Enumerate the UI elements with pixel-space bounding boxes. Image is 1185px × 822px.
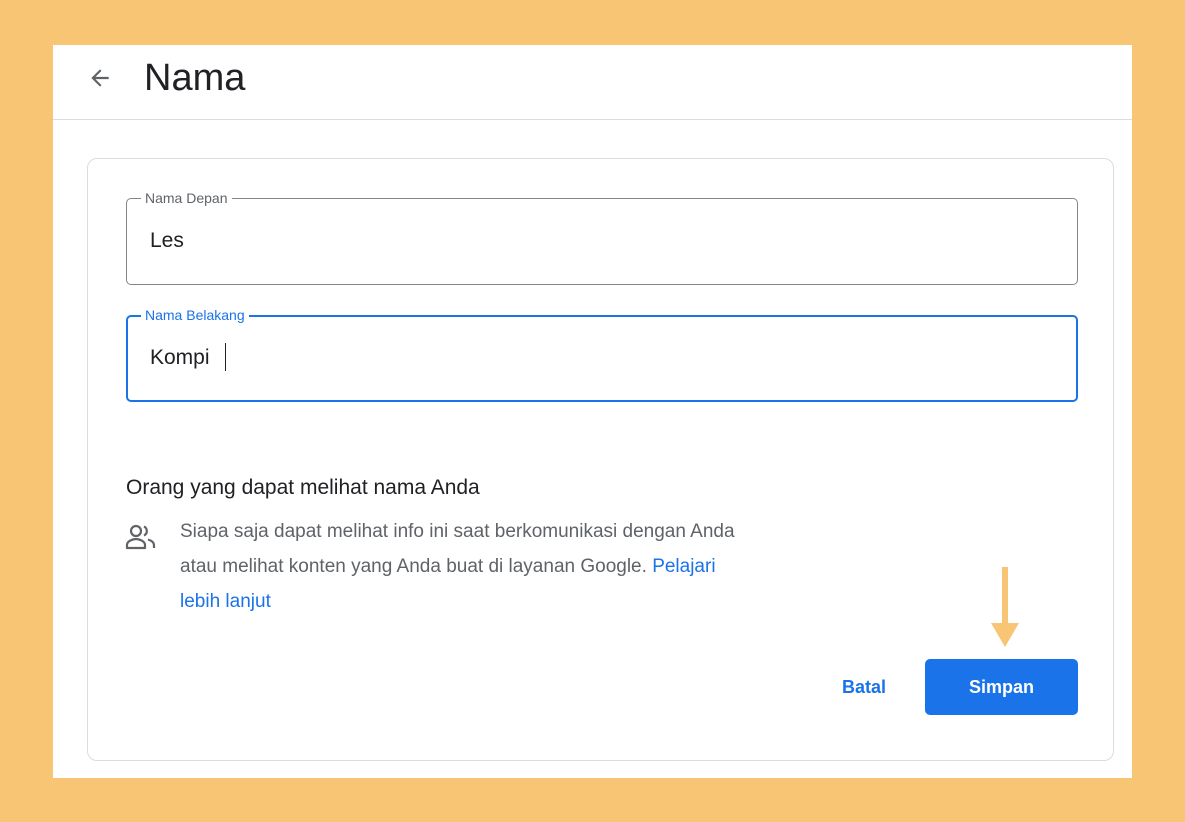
name-settings-panel: Nama Nama Depan Nama Belakang Orang yang… (53, 45, 1132, 778)
text-cursor (225, 343, 226, 371)
last-name-field[interactable]: Nama Belakang (126, 306, 1078, 402)
page-title: Nama (144, 57, 246, 99)
people-icon (125, 524, 156, 550)
last-name-input[interactable] (150, 343, 1030, 373)
first-name-input[interactable] (150, 226, 1030, 256)
cancel-button[interactable]: Batal (821, 659, 907, 715)
first-name-label: Nama Depan (141, 189, 232, 207)
save-button[interactable]: Simpan (925, 659, 1078, 715)
visibility-heading: Orang yang dapat melihat nama Anda (126, 476, 480, 499)
last-name-label: Nama Belakang (141, 306, 249, 324)
name-form-card: Nama Depan Nama Belakang Orang yang dapa… (87, 158, 1114, 761)
annotation-arrow-icon (991, 567, 1019, 647)
back-button[interactable] (83, 61, 117, 95)
visibility-info: Siapa saja dapat melihat info ini saat b… (180, 514, 740, 619)
page-header: Nama (53, 45, 1132, 120)
arrow-back-icon (91, 69, 109, 87)
first-name-field[interactable]: Nama Depan (126, 189, 1078, 285)
